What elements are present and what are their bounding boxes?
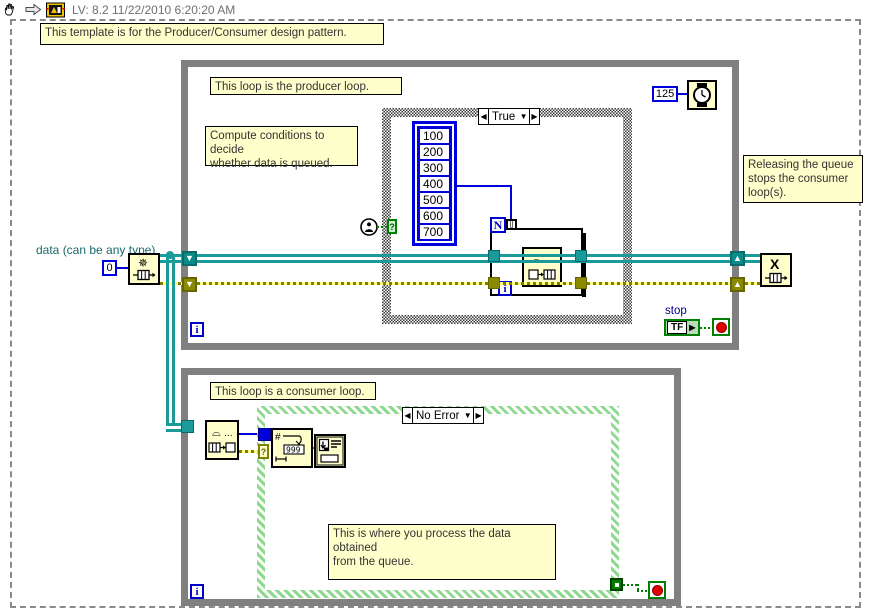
wait-ms-constant[interactable]: 125	[652, 86, 678, 102]
array-cell[interactable]: 300	[420, 161, 449, 177]
queue-size-constant[interactable]: 0	[102, 260, 117, 276]
window-title: LV: 8.2 11/22/2010 6:20:20 AM	[72, 2, 236, 17]
obtain-queue-vi[interactable]: ✵	[128, 253, 160, 285]
stop-boolean-terminal-label: TF	[667, 321, 688, 334]
tunnel-dot-icon	[614, 582, 619, 587]
case-next-icon[interactable]: ▶	[473, 408, 483, 423]
wire-queue-down-to-consumer2	[172, 257, 175, 425]
dequeue-element-vi[interactable]: ⌓ ...	[205, 420, 239, 460]
consumer-case-selector-label: No Error	[415, 409, 460, 422]
producer-loop-stop-terminal[interactable]	[712, 318, 730, 336]
stop-sign-icon	[715, 321, 727, 333]
producer-loop-iterator: i	[190, 322, 204, 337]
consumer-loop-iterator: i	[190, 584, 204, 599]
labview-block-diagram: LV: 8.2 11/22/2010 6:20:20 AM This templ…	[0, 0, 869, 614]
wire-error-to-release-queue	[745, 282, 760, 285]
wire-array-to-forloop	[457, 185, 512, 187]
wire-to-release-queue2	[745, 260, 760, 263]
wire-error-producer	[197, 282, 730, 285]
comment-template-description: This template is for the Producer/Consum…	[40, 23, 384, 45]
hand-cursor-icon[interactable]	[0, 1, 22, 18]
producer-case-selector[interactable]: ◀ True ▼ ▶	[478, 108, 540, 125]
comment-producer-loop: This loop is the producer loop.	[210, 77, 402, 95]
consumer-loop-tunnel-queue[interactable]	[181, 420, 194, 433]
array-cell[interactable]: 400	[420, 177, 449, 193]
consumer-loop-stop-terminal[interactable]	[648, 581, 666, 599]
array-constant-cells: 100 200 300 400 500 600 700	[417, 126, 452, 241]
wire-queue-producer-top2	[197, 260, 392, 263]
wire-queue-down-to-consumer	[166, 257, 169, 425]
chevron-up-icon: ▲	[733, 253, 742, 263]
wire-queue-through-case2	[392, 260, 730, 263]
array-cell[interactable]: 500	[420, 193, 449, 209]
svg-text:#: #	[275, 432, 281, 443]
wait-ms-vi[interactable]	[687, 80, 717, 110]
array-cell[interactable]: 600	[420, 209, 449, 225]
comment-process-data: This is where you process the data obtai…	[328, 524, 556, 580]
arrow-right-icon[interactable]	[22, 1, 44, 18]
stop-sign-icon	[651, 584, 663, 596]
stop-control-label: stop	[665, 305, 687, 317]
wire-true-to-selector	[377, 226, 387, 228]
array-constant[interactable]: 100 200 300 400 500 600 700	[412, 121, 457, 246]
stop-boolean-control[interactable]: TF ▶	[664, 319, 700, 336]
array-cell[interactable]: 100	[420, 129, 449, 145]
chevron-down-icon[interactable]: ▼	[518, 112, 529, 121]
consumer-case-tunnel-data[interactable]	[258, 428, 271, 441]
for-loop-count-terminal[interactable]: N	[490, 217, 506, 233]
wire-obtain-queue-error-out	[160, 282, 182, 285]
release-queue-vi[interactable]: X	[760, 253, 792, 287]
one-button-dialog-vi[interactable]	[314, 434, 346, 468]
comment-release-queue: Releasing the queue stops the consumer l…	[743, 155, 863, 203]
svg-text:999: 999	[286, 446, 301, 455]
wire-constant-to-wait	[678, 93, 687, 95]
chevron-down-icon: ▼	[185, 253, 194, 263]
consumer-case-error-tunnel[interactable]	[610, 578, 623, 591]
forloop-tunnel-queue-left[interactable]	[488, 250, 500, 262]
chevron-down-icon: ▼	[185, 279, 194, 289]
array-cell[interactable]: 700	[420, 225, 449, 239]
case-prev-icon[interactable]: ◀	[479, 109, 490, 124]
forloop-tunnel-queue-right[interactable]	[575, 250, 587, 262]
svg-text:...: ...	[224, 429, 233, 439]
chevron-down-icon[interactable]: ▼	[462, 411, 473, 420]
shift-register-queue-right[interactable]: ▲	[730, 251, 745, 266]
case-selector-terminal[interactable]: ?	[387, 219, 397, 234]
true-constant[interactable]	[360, 218, 378, 236]
svg-text:⌓: ⌓	[212, 426, 221, 439]
enqueue-element-vi[interactable]: ⌓ ...	[522, 247, 562, 287]
wire-dequeue-error-out	[239, 450, 259, 453]
shift-register-error-right[interactable]: ▲	[730, 277, 745, 292]
forloop-tunnel-error-left[interactable]	[488, 277, 500, 289]
for-loop-array-tunnel[interactable]: []	[506, 219, 517, 230]
wire-queue-producer-top	[197, 254, 392, 257]
wire-queue-through-case	[392, 254, 730, 257]
shift-register-error-left[interactable]: ▼	[182, 277, 197, 292]
consumer-case-selector[interactable]: ◀ No Error ▼ ▶	[402, 407, 484, 424]
consumer-case-selector-terminal[interactable]: ?	[258, 444, 269, 459]
comment-consumer-loop: This loop is a consumer loop.	[210, 382, 376, 400]
chevron-up-icon: ▲	[733, 279, 742, 289]
wire-to-release-queue	[745, 254, 760, 257]
shift-register-queue-left[interactable]: ▼	[182, 251, 197, 266]
svg-text:X: X	[770, 256, 780, 272]
title-bar: LV: 8.2 11/22/2010 6:20:20 AM	[0, 0, 869, 19]
wire-obtain-queue-out2	[160, 260, 182, 263]
play-icon: ▶	[689, 323, 696, 332]
array-cell[interactable]: 200	[420, 145, 449, 161]
comment-compute-conditions: Compute conditions to decide whether dat…	[205, 126, 358, 170]
case-prev-icon[interactable]: ◀	[403, 408, 413, 423]
forloop-tunnel-error-right[interactable]	[575, 277, 587, 289]
number-to-decimal-string-vi[interactable]: # 999	[271, 428, 313, 468]
svg-text:✵: ✵	[138, 256, 148, 270]
labview-vi-icon[interactable]	[44, 1, 66, 18]
case-next-icon[interactable]: ▶	[528, 109, 539, 124]
producer-case-selector-label: True	[492, 110, 516, 123]
